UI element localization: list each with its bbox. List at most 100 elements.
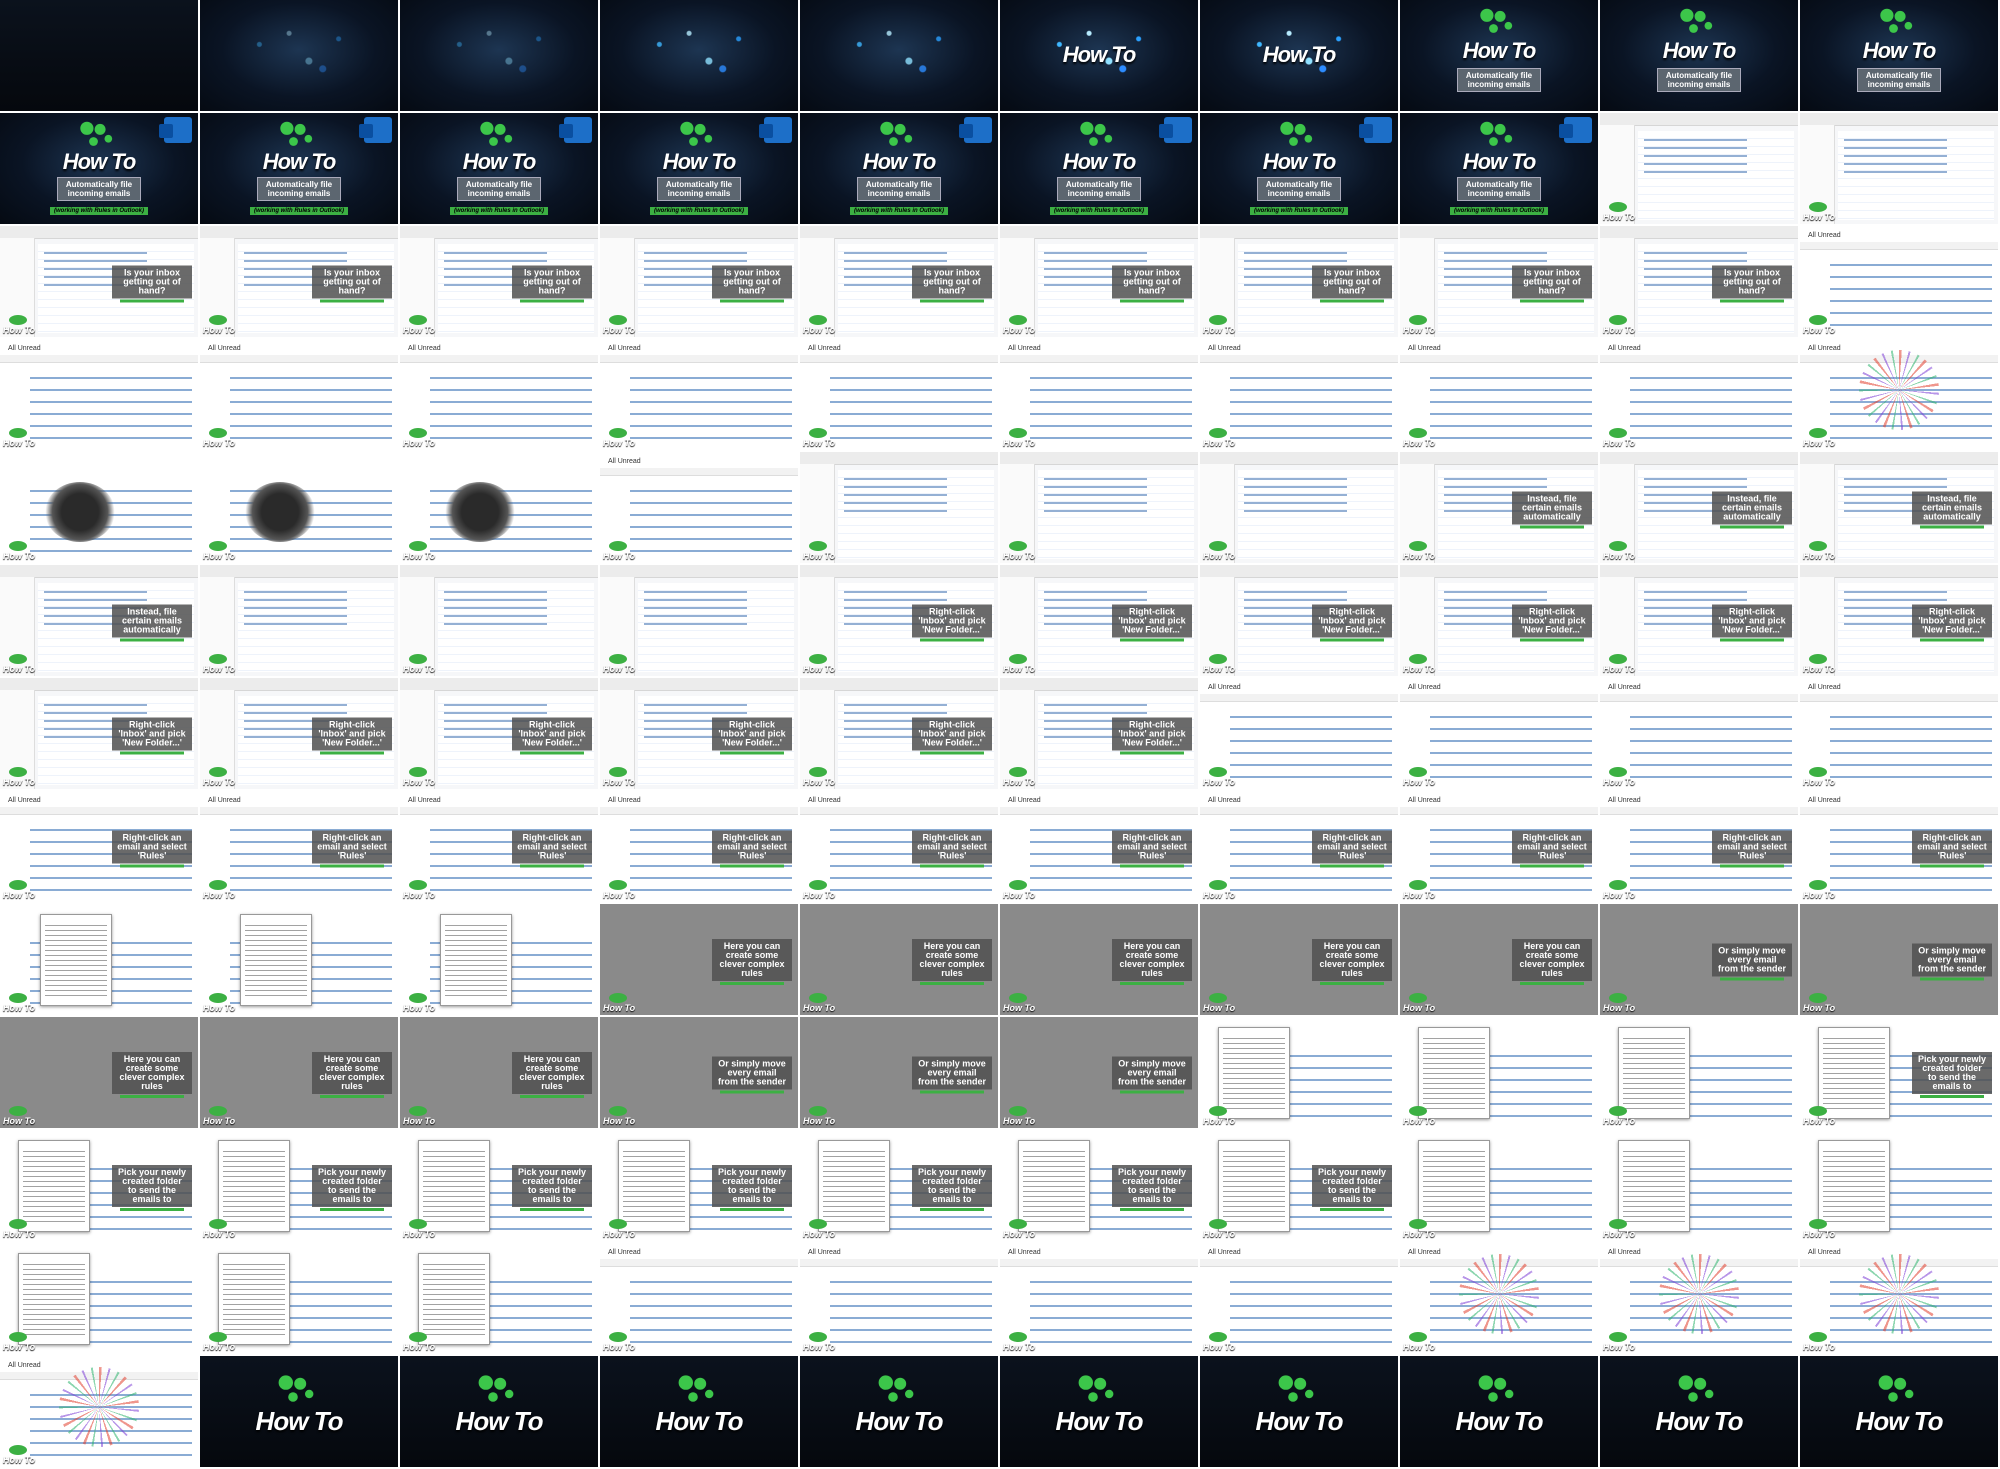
- watermark-logo: How To: [3, 1219, 37, 1239]
- email-rows: [430, 369, 592, 440]
- smoke-cloud: [445, 482, 515, 542]
- overlay-caption: Is your inbox getting out of hand?: [1512, 265, 1592, 302]
- watermark-logo: How To: [203, 315, 237, 335]
- overlay-caption: Is your inbox getting out of hand?: [1312, 265, 1392, 302]
- video-frame: Here you can create some clever complex …: [600, 904, 798, 1015]
- email-rows: [230, 369, 392, 440]
- video-frame: [200, 0, 398, 111]
- watermark-logo: How To: [603, 1219, 637, 1239]
- video-frame: How To Automatically file incoming emails…: [1000, 113, 1198, 224]
- column-header: [1400, 807, 1598, 815]
- watermark-logo: How To: [1003, 767, 1037, 787]
- question-logo-icon: [680, 121, 717, 151]
- email-rows: [1830, 708, 1992, 779]
- subtitle-strip: (working with Rules in Outlook): [1250, 207, 1348, 215]
- video-frame: Or simply move every email from the send…: [600, 1017, 798, 1128]
- overlay-caption: Right-click 'Inbox' and pick 'New Folder…: [1112, 604, 1192, 641]
- overlay-caption: Right-click an email and select 'Rules': [1512, 830, 1592, 867]
- column-header: [1600, 694, 1798, 702]
- watermark-logo: How To: [1003, 428, 1037, 448]
- video-frame: How To Automatically file incoming emails: [1400, 0, 1598, 111]
- overlay-caption: Right-click 'Inbox' and pick 'New Folder…: [1712, 604, 1792, 641]
- logo-text: How To: [855, 1406, 944, 1436]
- particles: [400, 0, 598, 111]
- watermark-logo: How To: [1003, 654, 1037, 674]
- question-logo-icon: [1478, 1375, 1520, 1406]
- video-frame: [800, 0, 998, 111]
- video-frame: How To: [1800, 1130, 1998, 1241]
- watermark-logo: How To: [3, 541, 37, 561]
- video-frame: Is your inbox getting out of hand? How To: [400, 226, 598, 337]
- question-logo-icon: [278, 1375, 320, 1406]
- watermark-logo: How To: [3, 315, 37, 335]
- video-frame: How To: [1600, 1356, 1798, 1467]
- watermark-logo: How To: [403, 1332, 437, 1352]
- video-frame: How To Automatically file incoming emails: [1800, 0, 1998, 111]
- column-header: [1000, 355, 1198, 363]
- overlay-caption: Or simply move every email from the send…: [912, 1056, 992, 1093]
- watermark-logo: How To: [1003, 1106, 1037, 1126]
- logo-text: How To: [1055, 1406, 1144, 1436]
- filter-tabs: All Unread: [1208, 797, 1241, 804]
- watermark-logo: How To: [403, 654, 437, 674]
- message-list: [1638, 131, 1794, 220]
- context-menu: [240, 914, 312, 1006]
- filter-tabs: All Unread: [808, 345, 841, 352]
- logo-text: How To: [462, 149, 537, 174]
- overlay-caption: Is your inbox getting out of hand?: [112, 265, 192, 302]
- watermark-logo: How To: [203, 767, 237, 787]
- video-frame: How To Automatically file incoming emails…: [1400, 113, 1598, 224]
- smoke-cloud: [245, 482, 315, 542]
- filter-tabs: All Unread: [1408, 797, 1441, 804]
- watermark-logo: How To: [403, 880, 437, 900]
- watermark-logo: How To: [1403, 993, 1437, 1013]
- column-header: [800, 1259, 998, 1267]
- outlook-icon: [959, 117, 992, 143]
- watermark-logo: How To: [3, 993, 37, 1013]
- question-logo-icon: [1680, 8, 1717, 38]
- watermark-logo: How To: [1603, 1332, 1637, 1352]
- video-frame: All Unread How To: [1800, 226, 1998, 337]
- question-logo-icon: [1678, 1375, 1720, 1406]
- email-rows: [1230, 708, 1392, 779]
- watermark-logo: How To: [1803, 428, 1837, 448]
- video-frame: Here you can create some clever complex …: [200, 1017, 398, 1128]
- video-frame: Here you can create some clever complex …: [0, 1017, 198, 1128]
- video-frame: All Unread Right-click an email and selec…: [200, 791, 398, 902]
- video-frame: Pick your newly created folder to send t…: [600, 1130, 798, 1241]
- overlay-caption: Right-click an email and select 'Rules': [712, 830, 792, 867]
- watermark-logo: How To: [1603, 315, 1637, 335]
- video-frame: How To Automatically file incoming emails…: [1200, 113, 1398, 224]
- video-frame: All Unread How To: [1600, 339, 1798, 450]
- watermark-logo: How To: [203, 1106, 237, 1126]
- logo-text: How To: [662, 149, 737, 174]
- video-frame: How To: [200, 1243, 398, 1354]
- video-frame: Is your inbox getting out of hand? How To: [1200, 226, 1398, 337]
- email-rows: [1630, 369, 1792, 440]
- video-frame: All Unread Right-click an email and selec…: [800, 791, 998, 902]
- video-frame: Instead, file certain emails automatical…: [1400, 452, 1598, 563]
- video-frame: Right-click 'Inbox' and pick 'New Folder…: [1000, 565, 1198, 676]
- question-logo-icon: [480, 121, 517, 151]
- overlay-caption: Is your inbox getting out of hand?: [912, 265, 992, 302]
- video-frame: How To: [0, 904, 198, 1015]
- column-header: [400, 807, 598, 815]
- video-frame: How To: [1600, 1017, 1798, 1128]
- overlay-caption: Or simply move every email from the send…: [1112, 1056, 1192, 1093]
- watermark-logo: How To: [3, 428, 37, 448]
- watermark-logo: How To: [203, 541, 237, 561]
- email-rows: [630, 482, 792, 553]
- filter-tabs: All Unread: [208, 345, 241, 352]
- overlay-caption: Or simply move every email from the send…: [712, 1056, 792, 1093]
- video-frame: How To: [1200, 1356, 1398, 1467]
- overlay-caption: Instead, file certain emails automatical…: [1912, 491, 1992, 528]
- video-frame: How To: [200, 904, 398, 1015]
- watermark-logo: How To: [1203, 1332, 1237, 1352]
- filter-tabs: All Unread: [1808, 345, 1841, 352]
- watermark-logo: How To: [803, 767, 837, 787]
- video-frame: Pick your newly created folder to send t…: [200, 1130, 398, 1241]
- column-header: [600, 468, 798, 476]
- watermark-logo: How To: [1403, 767, 1437, 787]
- video-frame: Right-click 'Inbox' and pick 'New Folder…: [800, 565, 998, 676]
- video-frame: All Unread Right-click an email and selec…: [1200, 791, 1398, 902]
